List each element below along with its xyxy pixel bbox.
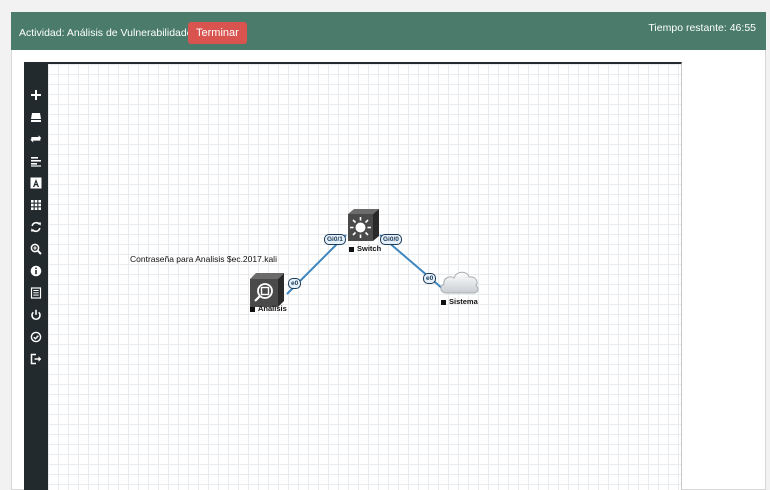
port-switch-gi00[interactable]: Gi0/0 <box>380 234 402 245</box>
check-circle-icon[interactable] <box>24 328 48 346</box>
toolbar-sidebar <box>24 62 48 490</box>
sistema-label: Sistema <box>441 297 478 306</box>
analisis-node[interactable] <box>249 272 285 308</box>
topology-note: Contraseña para Analisis $ec.2017.kali <box>130 254 277 264</box>
port-analisis-e0[interactable]: e0 <box>288 278 302 289</box>
refresh-icon[interactable] <box>24 218 48 236</box>
add-icon[interactable] <box>24 86 48 104</box>
link-layer <box>286 234 444 295</box>
header-bar: Actividad: Análisis de Vulnerabilidades … <box>11 12 766 50</box>
analisis-label: Analisis <box>250 304 287 313</box>
sistema-label-text: Sistema <box>449 297 478 306</box>
port-switch-gi01[interactable]: Gi0/1 <box>324 234 346 245</box>
switch-label-text: Switch <box>357 244 382 253</box>
analysis-host-icon <box>250 273 284 307</box>
cloud-icon <box>440 271 479 294</box>
end-activity-button[interactable]: Terminar <box>188 22 247 44</box>
text-icon[interactable] <box>24 174 48 192</box>
document-icon[interactable] <box>24 284 48 302</box>
device-icon[interactable] <box>24 108 48 126</box>
switch-node[interactable] <box>346 208 380 242</box>
topology-canvas[interactable]: Contraseña para Analisis $ec.2017.kali S… <box>48 62 682 490</box>
sistema-node[interactable] <box>438 267 480 297</box>
grid-icon[interactable] <box>24 196 48 214</box>
switch-icon <box>348 209 379 241</box>
list-icon[interactable] <box>24 152 48 170</box>
switch-label: Switch <box>349 244 381 253</box>
analisis-label-text: Analisis <box>258 304 287 313</box>
logout-icon[interactable] <box>24 350 48 368</box>
connect-icon[interactable] <box>24 130 48 148</box>
power-icon[interactable] <box>24 306 48 324</box>
zoom-icon[interactable] <box>24 240 48 258</box>
remaining-time: Tiempo restante: 46:55 <box>648 22 756 34</box>
activity-title: Actividad: Análisis de Vulnerabilidades <box>19 27 198 39</box>
info-icon[interactable] <box>24 262 48 280</box>
port-sistema-e0[interactable]: e0 <box>423 273 437 284</box>
